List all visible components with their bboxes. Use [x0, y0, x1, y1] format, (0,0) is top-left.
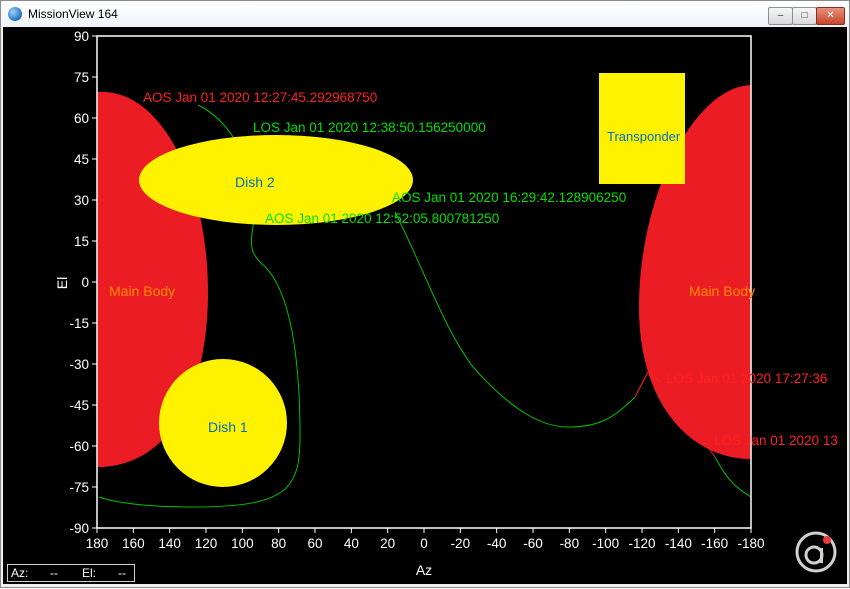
title-bar[interactable]: MissionView 164 – □ ✕ [1, 1, 849, 27]
aos-label-2: AOS Jan 01 2020 16:29:42.128906250 [392, 190, 626, 205]
aos-label-1: AOS Jan 01 2020 12:27:45.292968750 [143, 90, 377, 105]
x-tick-label: -40 [487, 536, 507, 551]
y-tick-label: -75 [69, 480, 89, 495]
minimize-button[interactable]: – [768, 7, 793, 25]
x-tick-label: -180 [737, 536, 764, 551]
x-tick-label: -120 [628, 536, 655, 551]
y-tick-label: 45 [74, 152, 89, 167]
y-tick-label: -45 [69, 398, 89, 413]
aos-label-3: AOS Jan 01 2020 12:52:05.800781250 [265, 211, 499, 226]
x-tick-label: 140 [158, 536, 181, 551]
dish-2-label: Dish 2 [235, 174, 275, 190]
track-path-2 [394, 211, 636, 428]
dish-1-label: Dish 1 [208, 419, 248, 435]
y-tick-label: 30 [74, 193, 89, 208]
plot-area[interactable]: 90 75 60 45 30 15 0 -15 -30 -45 -60 -75 -90 180 160 14… [3, 27, 847, 584]
x-tick-label: 80 [271, 536, 286, 551]
el-readout-value: -- [118, 566, 126, 580]
maximize-button[interactable]: □ [792, 7, 817, 25]
y-tick-label: -60 [69, 439, 89, 454]
close-button[interactable]: ✕ [816, 7, 845, 25]
y-tick-label: 90 [74, 29, 89, 44]
x-tick-label: 60 [307, 536, 322, 551]
app-icon [8, 7, 22, 21]
x-tick-label: -100 [592, 536, 619, 551]
x-tick-label: -60 [523, 536, 543, 551]
x-tick-label: -80 [560, 536, 580, 551]
app-window: MissionView 164 – □ ✕ 90 75 60 45 30 15 0 -15 -3… [0, 0, 850, 588]
y-tick-label: 15 [74, 234, 89, 249]
x-tick-label: 180 [86, 536, 109, 551]
az-el-plot[interactable]: 90 75 60 45 30 15 0 -15 -30 -45 -60 -75 -90 180 160 14… [3, 27, 847, 584]
transponder-label: Transponder [607, 129, 681, 144]
y-tick-label: 75 [74, 70, 89, 85]
x-tick-label: -160 [701, 536, 728, 551]
y-axis-label: El [54, 277, 70, 289]
coordinate-readout: Az: -- El: -- [7, 564, 135, 582]
los-label-2: LOS Jan 01 2020 17:27:36 [666, 371, 827, 386]
y-tick-label: -90 [69, 521, 89, 536]
los-label-3: LOS Jan 01 2020 13 [714, 433, 838, 448]
main-body-left-label: Main Body [109, 283, 175, 299]
window-title: MissionView 164 [28, 7, 118, 21]
x-tick-label: 100 [231, 536, 254, 551]
y-tick-label: 0 [81, 275, 89, 290]
main-body-right-label: Main Body [689, 283, 755, 299]
x-axis-tick-labels: 180 160 140 120 100 80 60 40 20 0 -20 -40 -60 -80 -100… [86, 536, 765, 551]
el-readout-label: El: [82, 566, 97, 580]
x-tick-label: -140 [665, 536, 692, 551]
y-tick-label: -30 [69, 357, 89, 372]
x-tick-label: 20 [380, 536, 395, 551]
x-tick-label: 0 [420, 536, 428, 551]
x-tick-label: 120 [195, 536, 218, 551]
y-axis-tick-labels: 90 75 60 45 30 15 0 -15 -30 -45 -60 -75 -90 [69, 29, 89, 536]
x-tick-label: 40 [344, 536, 359, 551]
los-label-1: LOS Jan 01 2020 12:38:50.156250000 [253, 120, 486, 135]
x-tick-label: -20 [451, 536, 471, 551]
track-path-3 [714, 456, 752, 498]
az-readout-label: Az: [11, 566, 29, 580]
x-tick-label: 160 [122, 536, 145, 551]
az-readout-value: -- [50, 566, 58, 580]
x-axis-label: Az [416, 562, 432, 578]
company-logo-icon [795, 531, 837, 573]
y-tick-label: 60 [74, 111, 89, 126]
y-tick-label: -15 [69, 316, 89, 331]
